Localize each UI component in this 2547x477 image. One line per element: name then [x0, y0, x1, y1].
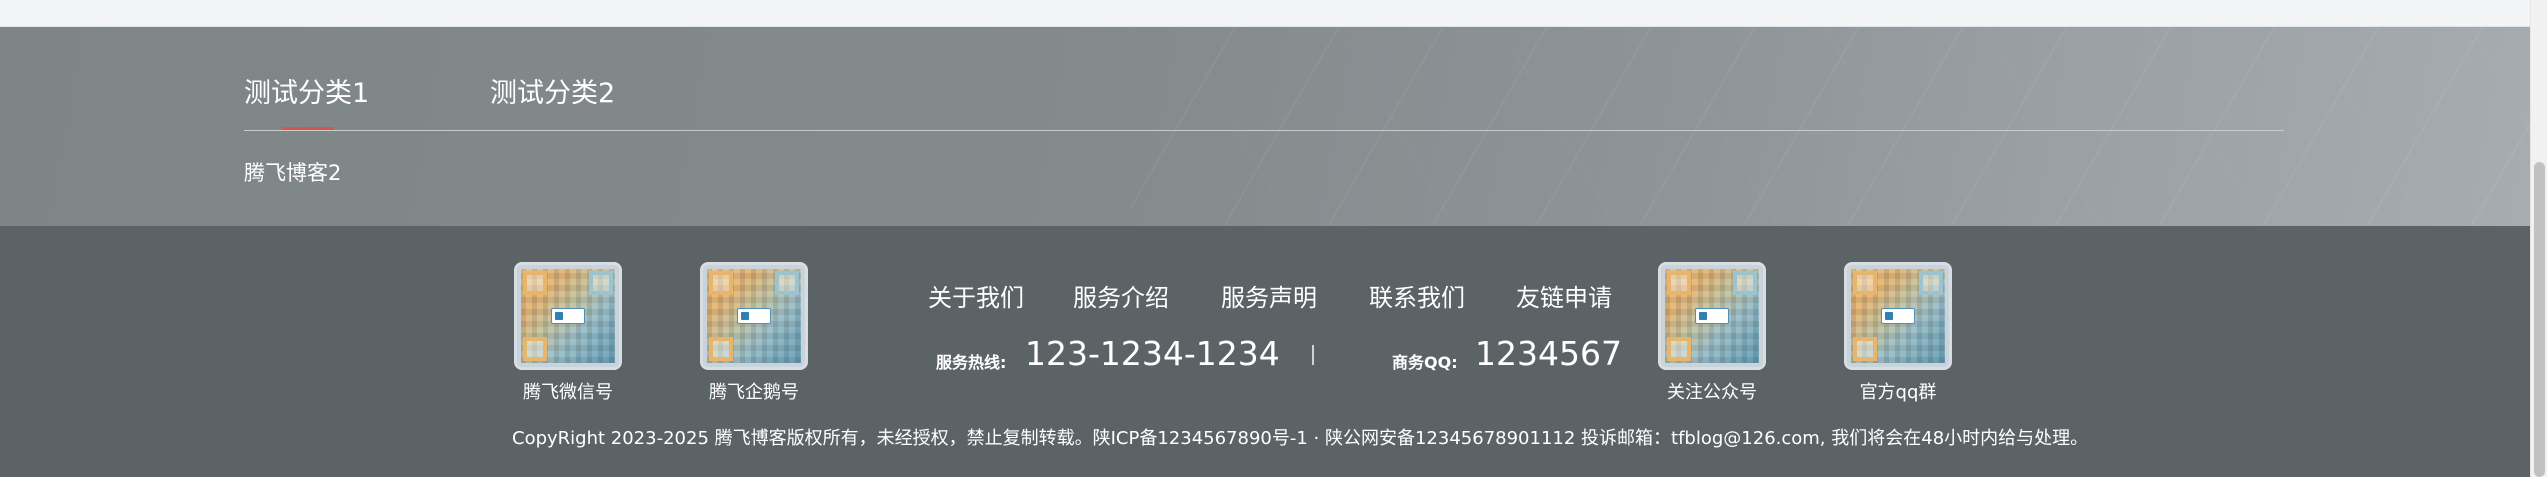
nav-contact-us[interactable]: 联系我们 — [1369, 278, 1465, 313]
nav-about-us[interactable]: 关于我们 — [928, 278, 1024, 313]
scrollbar-thumb[interactable] — [2534, 162, 2545, 477]
copyright-text: CopyRight 2023-2025 腾飞博客版权所有，未经授权，禁止复制转载… — [512, 428, 2089, 449]
qr-caption: 腾飞企鹅号 — [709, 382, 799, 403]
nav-link-application[interactable]: 友链申请 — [1516, 278, 1612, 313]
tabs-divider — [244, 130, 2284, 131]
hotline-label: 服务热线: — [936, 353, 1007, 372]
nav-service-statement[interactable]: 服务声明 — [1221, 278, 1317, 313]
qr-penguin: 腾飞企鹅号 — [694, 262, 814, 404]
hotline-number: 123-1234-1234 — [1025, 334, 1280, 373]
top-strip — [0, 0, 2530, 27]
business-qq-number: 1234567 — [1475, 334, 1622, 373]
qr-caption: 官方qq群 — [1859, 382, 1937, 403]
page-scrollbar[interactable] — [2530, 0, 2547, 477]
nav-services[interactable]: 服务介绍 — [1073, 278, 1169, 313]
business-qq-label: 商务QQ: — [1392, 353, 1458, 372]
contact-separator — [1312, 345, 1314, 365]
qr-code-icon — [1844, 262, 1952, 370]
site-footer: 腾飞微信号 腾飞企鹅号 关于我们 服务介绍 服务声明 联系我们 友链申请 服务热… — [0, 226, 2530, 477]
tab-category-2[interactable]: 测试分类2 — [490, 71, 615, 110]
qr-qq-group: 官方qq群 — [1838, 262, 1958, 404]
qr-code-icon — [700, 262, 808, 370]
qr-caption: 关注公众号 — [1667, 382, 1757, 403]
tab-category-1[interactable]: 测试分类1 — [244, 71, 369, 110]
qr-official-account: 关注公众号 — [1652, 262, 1772, 404]
friend-links-section: 测试分类1 测试分类2 腾飞博客2 — [0, 27, 2530, 226]
background-decoration — [1130, 27, 2530, 226]
qr-caption: 腾飞微信号 — [523, 382, 613, 403]
qr-wechat: 腾飞微信号 — [508, 262, 628, 404]
friend-link-item[interactable]: 腾飞博客2 — [244, 157, 341, 187]
qr-code-icon — [1658, 262, 1766, 370]
qr-code-icon — [514, 262, 622, 370]
